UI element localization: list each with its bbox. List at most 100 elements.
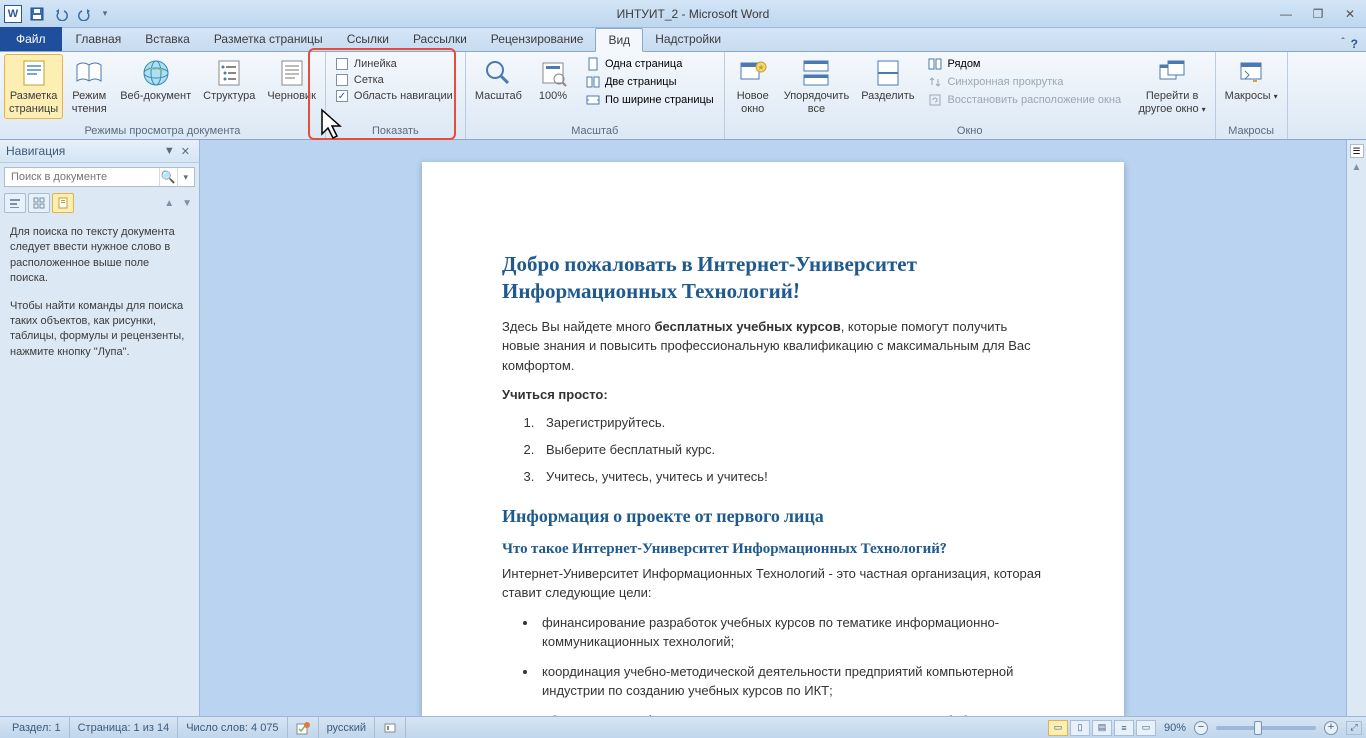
gridlines-checkbox[interactable]: Сетка [336, 74, 453, 86]
ruler-toggle-icon[interactable]: ☰ [1350, 144, 1364, 158]
doc-p1[interactable]: Здесь Вы найдете много бесплатных учебны… [502, 317, 1044, 376]
reading-mode-icon [73, 57, 105, 89]
status-language[interactable]: русский [319, 717, 375, 738]
status-section[interactable]: Раздел: 1 [4, 717, 70, 738]
search-magnifier-button[interactable]: 🔍 [159, 168, 177, 186]
switch-windows-label: Перейти в другое окно ▾ [1138, 90, 1205, 116]
view-outline[interactable]: ≡ [1114, 720, 1134, 736]
file-tab[interactable]: Файл [0, 27, 62, 51]
help-icon[interactable]: ? [1351, 37, 1358, 51]
status-insert-mode[interactable] [375, 717, 406, 738]
zoom-thumb[interactable] [1254, 721, 1262, 735]
save-button[interactable] [26, 3, 48, 25]
navtab-headings[interactable] [4, 193, 26, 213]
list-item[interactable]: координация учебно-методической деятельн… [538, 662, 1044, 701]
nav-next[interactable]: ▼ [179, 198, 195, 209]
window-controls: — ❐ ✕ [1274, 4, 1362, 24]
close-button[interactable]: ✕ [1338, 4, 1362, 24]
vertical-scrollbar[interactable]: ☰ ▲ [1346, 140, 1366, 716]
zoom-out-button[interactable]: − [1194, 721, 1208, 735]
macros-label: Макросы ▾ [1225, 90, 1278, 103]
minimize-button[interactable]: — [1274, 4, 1298, 24]
navtab-results[interactable] [52, 193, 74, 213]
tab-insert[interactable]: Вставка [133, 27, 202, 51]
two-pages-button[interactable]: Две страницы [581, 74, 718, 90]
doc-ol[interactable]: Зарегистрируйтесь. Выберите бесплатный к… [538, 415, 1044, 484]
page-width-button[interactable]: По ширине страницы [581, 92, 718, 108]
arrange-all-button[interactable]: Упорядочить все [779, 54, 854, 119]
list-item[interactable]: Учитесь, учитесь, учитесь и учитесь! [538, 469, 1044, 484]
page-width-label: По ширине страницы [605, 94, 714, 106]
zoom-in-button[interactable]: + [1324, 721, 1338, 735]
split-button[interactable]: Разделить [856, 54, 919, 106]
doc-h3[interactable]: Что такое Интернет-Университет Информаци… [502, 539, 1044, 558]
side-by-side-button[interactable]: Рядом [923, 56, 1129, 72]
list-item[interactable]: Зарегистрируйтесь. [538, 415, 1044, 430]
zoom-slider[interactable] [1216, 726, 1316, 730]
view-draft[interactable]: ▭ [1136, 720, 1156, 736]
group-zoom-label: Масштаб [470, 123, 720, 139]
zoom-percent[interactable]: 90% [1164, 722, 1186, 734]
split-label: Разделить [861, 90, 914, 103]
one-page-label: Одна страница [605, 58, 682, 70]
search-dropdown-button[interactable]: ▾ [177, 168, 195, 186]
sync-scroll-button: Синхронная прокрутка [923, 74, 1129, 90]
list-item[interactable]: Выберите бесплатный курс. [538, 442, 1044, 457]
tab-references[interactable]: Ссылки [335, 27, 401, 51]
nav-prev[interactable]: ▲ [161, 198, 177, 209]
document-area[interactable]: Добро пожаловать в Интернет-Университет … [200, 140, 1346, 716]
status-page[interactable]: Страница: 1 из 14 [70, 717, 179, 738]
draft-button[interactable]: Черновик [262, 54, 321, 106]
macros-button[interactable]: Макросы ▾ [1220, 54, 1283, 106]
doc-h2[interactable]: Информация о проекте от первого лица [502, 506, 1044, 527]
new-window-button[interactable]: ★ Новое окно [729, 54, 777, 119]
print-layout-label: Разметка страницы [9, 90, 58, 116]
tab-home[interactable]: Главная [64, 27, 134, 51]
fullscreen-button[interactable]: ⤢ [1346, 721, 1362, 735]
reset-position-icon [927, 93, 943, 107]
web-layout-button[interactable]: Веб-документ [115, 54, 196, 106]
tab-pagelayout[interactable]: Разметка страницы [202, 27, 335, 51]
tab-addins[interactable]: Надстройки [643, 27, 733, 51]
app-icon: W [4, 5, 22, 23]
redo-button[interactable] [74, 3, 96, 25]
sync-scroll-icon [927, 75, 943, 89]
ruler-checkbox[interactable]: Линейка [336, 58, 453, 70]
navhelp-p1: Для поиска по тексту документа следует в… [10, 225, 189, 287]
one-page-button[interactable]: Одна страница [581, 56, 718, 72]
doc-ul[interactable]: финансирование разработок учебных курсов… [538, 613, 1044, 716]
list-item[interactable]: обеспечение профессорско-преподавательск… [538, 711, 1044, 716]
zoom-100-button[interactable]: 100% [529, 54, 577, 106]
doc-p3[interactable]: Интернет-Университет Информационных Техн… [502, 564, 1044, 603]
status-proofing[interactable] [288, 717, 319, 738]
view-reading[interactable]: ▯ [1070, 720, 1090, 736]
doc-h1[interactable]: Добро пожаловать в Интернет-Университет … [502, 252, 1044, 307]
ribbon-tabs: Файл Главная Вставка Разметка страницы С… [0, 28, 1366, 52]
ribbon-minimize-icon[interactable]: ˆ [1341, 37, 1344, 51]
document-page[interactable]: Добро пожаловать в Интернет-Университет … [422, 162, 1124, 716]
list-item[interactable]: финансирование разработок учебных курсов… [538, 613, 1044, 652]
navpane-close[interactable]: ✕ [178, 145, 193, 158]
tab-review[interactable]: Рецензирование [479, 27, 596, 51]
tab-mailings[interactable]: Рассылки [401, 27, 479, 51]
search-input[interactable] [5, 168, 159, 186]
navtab-pages[interactable] [28, 193, 50, 213]
tab-view[interactable]: Вид [595, 28, 643, 52]
view-print-layout[interactable]: ▭ [1048, 720, 1068, 736]
switch-windows-button[interactable]: Перейти в другое окно ▾ [1133, 54, 1210, 119]
doc-p2[interactable]: Учиться просто: [502, 385, 1044, 405]
ribbon: Разметка страницы Режим чтения Веб-докум… [0, 52, 1366, 140]
status-words[interactable]: Число слов: 4 075 [178, 717, 287, 738]
outline-button[interactable]: Структура [198, 54, 260, 106]
zoom-button[interactable]: Масштаб [470, 54, 527, 106]
view-web[interactable]: ▤ [1092, 720, 1112, 736]
navpane-dropdown[interactable]: ▼ [161, 145, 178, 157]
print-layout-button[interactable]: Разметка страницы [4, 54, 63, 119]
navpane-checkbox[interactable]: ✓Область навигации [336, 90, 453, 102]
maximize-button[interactable]: ❐ [1306, 4, 1330, 24]
scroll-up[interactable]: ▲ [1352, 162, 1362, 173]
reading-mode-button[interactable]: Режим чтения [65, 54, 113, 119]
undo-button[interactable] [50, 3, 72, 25]
qat-customize[interactable]: ▾ [98, 3, 112, 25]
magnifier-icon [482, 57, 514, 89]
